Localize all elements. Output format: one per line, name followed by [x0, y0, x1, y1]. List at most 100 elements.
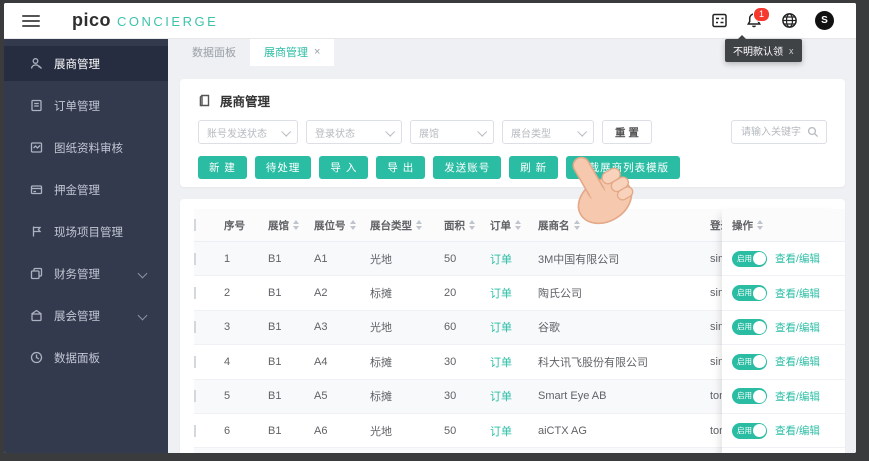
tab-data-panel[interactable]: 数据面板 [178, 38, 250, 66]
order-link[interactable]: 订单 [490, 354, 538, 370]
pending-button[interactable]: 待处理 [254, 156, 312, 179]
tooltip-close-icon[interactable]: x [789, 46, 794, 56]
view-edit-link[interactable]: 查看/编辑 [775, 286, 820, 301]
sidebar-item-exhibitor[interactable]: 展商管理 [4, 46, 168, 81]
drawing-review-icon [30, 141, 43, 154]
sort-icon[interactable] [573, 220, 580, 230]
order-icon [30, 99, 43, 112]
select-all-checkbox[interactable] [194, 219, 196, 231]
cell-booth-type: 光地 [370, 425, 392, 438]
sidebar-item-orders[interactable]: 订单管理 [4, 88, 168, 123]
app-window: pico CONCIERGE 1 S 不明款认领 x 展商管理 订单管理 图纸资料审… [4, 3, 856, 453]
sidebar-item-label: 现场项目管理 [54, 226, 123, 239]
column-header[interactable]: 展台类型 [370, 218, 444, 233]
row-checkbox[interactable] [194, 390, 196, 403]
reset-button[interactable]: 重 置 [602, 120, 652, 144]
sidebar-item-label: 展商管理 [54, 58, 100, 71]
order-link[interactable]: 订单 [490, 251, 538, 267]
logo-concierge: CONCIERGE [117, 14, 219, 29]
sort-icon[interactable] [515, 220, 521, 230]
row-checkbox[interactable] [194, 424, 196, 437]
new-button[interactable]: 新 建 [198, 156, 247, 179]
sidebar: 展商管理订单管理图纸资料审核 押金管理现场项目管理 财务管理展会管理数据面板 [4, 38, 168, 453]
enable-toggle[interactable]: 启用 [732, 353, 767, 370]
download-template-button[interactable]: 下载展商列表模版 [566, 156, 681, 179]
row-checkbox[interactable] [194, 355, 196, 368]
enable-toggle[interactable]: 启用 [732, 388, 767, 405]
user-avatar[interactable]: S [815, 11, 834, 30]
sidebar-menu: 展商管理订单管理图纸资料审核 押金管理现场项目管理 财务管理展会管理数据面板 [4, 46, 168, 375]
sidebar-item-label: 财务管理 [54, 268, 100, 281]
sidebar-item-finance[interactable]: 财务管理 [4, 256, 168, 291]
filter-select-hall[interactable]: 展馆 [410, 120, 494, 144]
enable-toggle[interactable]: 启用 [732, 319, 767, 336]
sidebar-item-onsite-project[interactable]: 现场项目管理 [4, 214, 168, 249]
column-header[interactable]: 订单 [490, 218, 538, 233]
app-logo: pico CONCIERGE [72, 10, 218, 31]
onsite-project-icon [30, 225, 43, 238]
filter-select-login-status[interactable]: 登录状态 [306, 120, 402, 144]
tab-close-icon[interactable]: × [314, 46, 320, 58]
sidebar-item-exhibition[interactable]: 展会管理 [4, 298, 168, 333]
column-header[interactable]: 展馆 [268, 218, 314, 233]
enable-toggle[interactable]: 启用 [732, 285, 767, 302]
sidebar-item-data-panel[interactable]: 数据面板 [4, 340, 168, 375]
sort-icon[interactable] [469, 220, 475, 230]
order-link[interactable]: 订单 [490, 423, 538, 439]
sort-icon[interactable] [757, 220, 763, 230]
sidebar-item-deposit[interactable]: 押金管理 [4, 172, 168, 207]
keyword-search-input[interactable] [739, 125, 807, 139]
cell-no: 1 [224, 252, 231, 265]
cell-booth: A1 [314, 252, 328, 265]
hamburger-menu-icon[interactable] [22, 14, 40, 27]
view-edit-link[interactable]: 查看/编辑 [775, 320, 820, 335]
cell-booth: A4 [314, 355, 328, 368]
row-checkbox[interactable] [194, 321, 196, 334]
language-globe-icon[interactable] [780, 12, 798, 30]
cell-no: 4 [224, 355, 231, 368]
tab-exhibitor[interactable]: 展商管理 × [250, 38, 335, 66]
import-button[interactable]: 导 入 [319, 156, 369, 179]
sort-icon[interactable] [416, 220, 422, 230]
enable-toggle[interactable]: 启用 [732, 422, 767, 439]
column-header[interactable]: 展商名 [538, 218, 710, 233]
row-checkbox[interactable] [194, 252, 196, 265]
notification-bell-icon[interactable]: 1 [745, 6, 770, 30]
order-link[interactable]: 订单 [490, 285, 538, 301]
cell-area: 50 [444, 252, 457, 265]
page-title: 展商管理 [220, 95, 271, 109]
refresh-button[interactable]: 刷 新 [509, 156, 559, 179]
view-edit-link[interactable]: 查看/编辑 [775, 354, 820, 369]
view-edit-link[interactable]: 查看/编辑 [775, 251, 820, 266]
export-button[interactable]: 导 出 [376, 156, 426, 179]
enable-toggle[interactable]: 启用 [732, 250, 767, 267]
filter-select-booth-type[interactable]: 展台类型 [502, 120, 594, 144]
send-account-button[interactable]: 发送账号 [433, 156, 502, 179]
filter-placeholder: 登录状态 [315, 128, 355, 140]
page-title-icon [198, 93, 212, 108]
cell-hall: B1 [268, 390, 282, 403]
column-header[interactable]: 面积 [444, 218, 490, 233]
data-panel-icon [30, 351, 43, 364]
filter-card: 展商管理 账号发送状态 登录状态 展馆 展台类型 重 置 新 建待处理导 入导 出发送… [180, 79, 845, 187]
cell-hall: B1 [268, 355, 282, 368]
filter-select-account-send-status[interactable]: 账号发送状态 [198, 120, 298, 144]
view-edit-link[interactable]: 查看/编辑 [775, 389, 820, 404]
cell-exhibitor-name: aiCTX AG [538, 424, 587, 437]
exhibition-icon [30, 309, 43, 322]
view-edit-link[interactable]: 查看/编辑 [775, 423, 820, 438]
row-checkbox[interactable] [194, 287, 196, 300]
sidebar-item-label: 数据面板 [54, 352, 100, 365]
sort-icon[interactable] [349, 220, 356, 230]
sort-icon[interactable] [293, 220, 299, 230]
column-header[interactable]: 展位号 [314, 218, 370, 233]
order-link[interactable]: 订单 [490, 388, 538, 404]
toggle-knob [752, 286, 766, 300]
search-icon [807, 126, 819, 138]
operation-row: 启用 查看/编辑 [722, 379, 845, 414]
operation-row: 启用 查看/编辑 [722, 345, 845, 380]
order-link[interactable]: 订单 [490, 319, 538, 335]
cell-booth-type: 标摊 [370, 391, 392, 404]
sidebar-item-drawing-review[interactable]: 图纸资料审核 [4, 130, 168, 165]
claims-form-icon[interactable] [710, 12, 728, 30]
